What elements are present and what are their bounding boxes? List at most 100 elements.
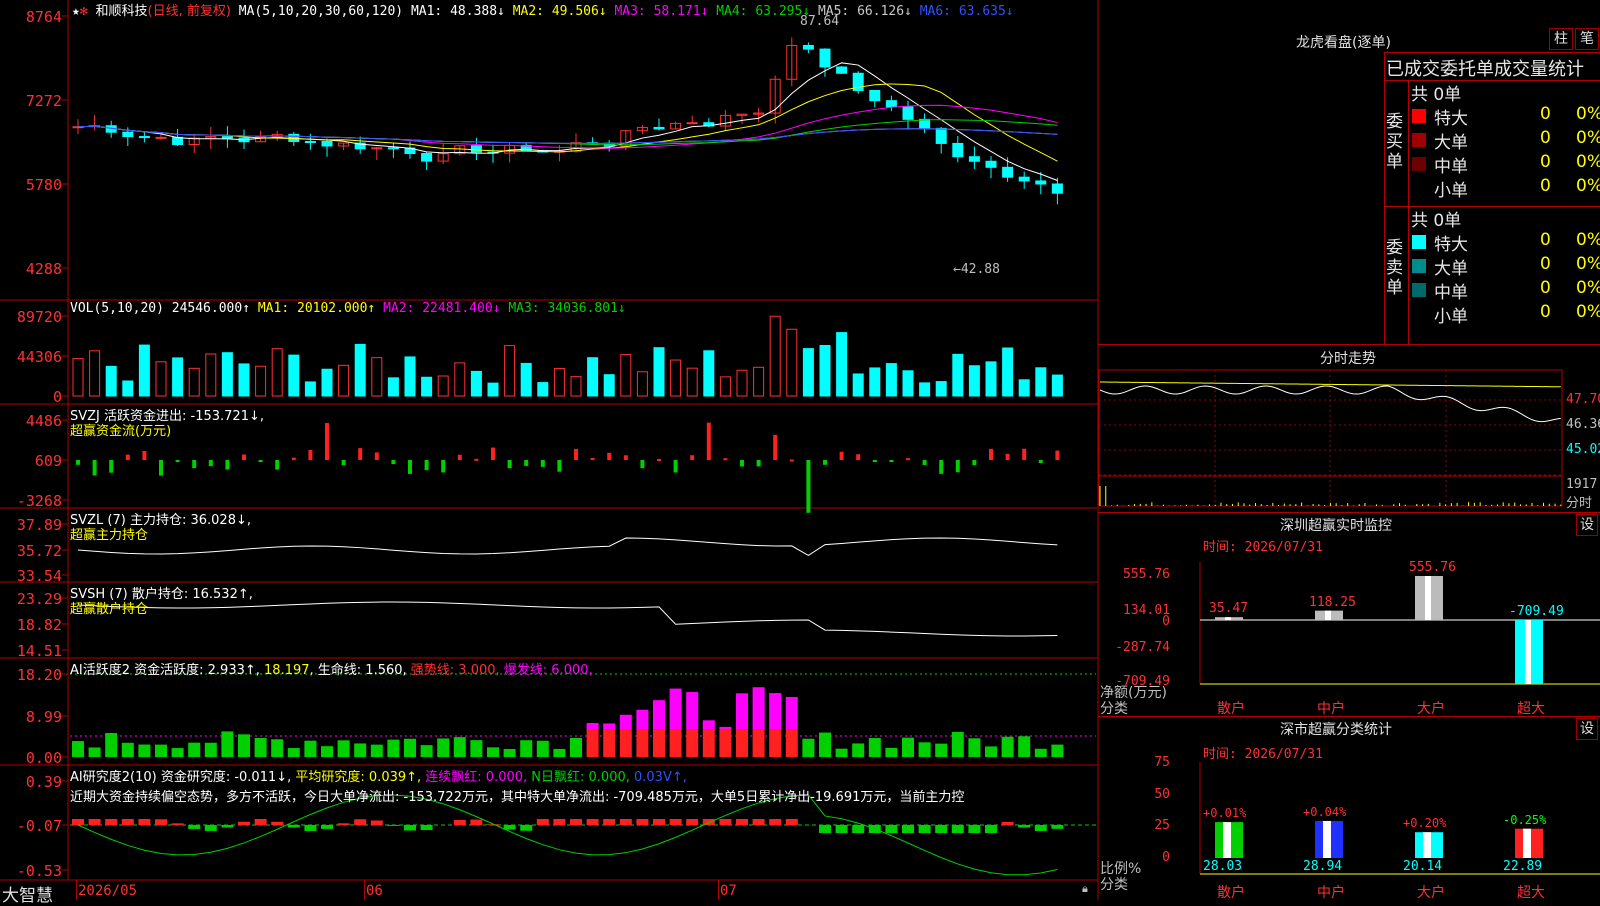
research-bar xyxy=(620,819,632,825)
stats-change-label: +0.04% xyxy=(1303,805,1346,819)
volume-bar xyxy=(754,367,764,396)
research-bar xyxy=(255,819,267,825)
svzj-bar xyxy=(176,460,180,462)
ai-bar-top xyxy=(719,727,731,729)
svzj-bar xyxy=(159,460,163,476)
volume-bar xyxy=(787,329,797,396)
volume-bar xyxy=(886,364,896,396)
ai-bar xyxy=(188,743,200,757)
air-axis-label: 0.39 xyxy=(0,773,62,791)
ai-bar xyxy=(935,744,947,757)
research-bar xyxy=(470,820,482,825)
volume-bar xyxy=(903,371,913,396)
candle-body xyxy=(222,137,232,139)
order-row-pct: 0% xyxy=(1576,278,1600,302)
ai-bar xyxy=(786,729,798,757)
order-row-count: 0 xyxy=(1540,278,1551,302)
monitor-axis-label: 0 xyxy=(1100,614,1170,629)
research-bar xyxy=(138,819,150,825)
svzj-bar xyxy=(142,451,146,460)
volume-bar xyxy=(920,383,930,396)
svzj-bar xyxy=(109,460,113,473)
sell-side-label: 委卖单 xyxy=(1386,238,1406,298)
ai-bar xyxy=(155,745,167,757)
ai-bar-top xyxy=(736,693,748,729)
ai-active-header: AI活跃度2 资金活跃度: 2.933↑, 18.197, 生命线: 1.560… xyxy=(70,659,593,678)
candle-body xyxy=(870,90,880,100)
stats-settings-button[interactable]: 设 xyxy=(1576,718,1598,740)
svzj-bar xyxy=(707,423,711,460)
volume-bar xyxy=(455,363,465,396)
ma-line xyxy=(78,120,1057,145)
ai-bar xyxy=(504,749,516,757)
volume-bar xyxy=(1052,375,1062,396)
candle-body xyxy=(322,142,332,146)
svzj-bar xyxy=(873,460,877,462)
ai-bar xyxy=(553,749,565,757)
svzj-bar xyxy=(889,460,893,462)
volume-bar xyxy=(388,378,398,396)
tab-line-view[interactable]: 笔 xyxy=(1575,28,1599,50)
chart-frame xyxy=(0,0,1600,900)
lock-icon[interactable]: 🔒︎ xyxy=(1082,882,1088,896)
monitor-settings-button[interactable]: 设 xyxy=(1576,514,1598,536)
volume-bar xyxy=(1003,348,1013,396)
volume-bar xyxy=(222,353,232,396)
monitor-title: 深圳超赢实时监控 xyxy=(1280,515,1392,535)
research-bar xyxy=(670,819,682,825)
header-value: MA6: 63.635↓ xyxy=(912,4,1014,19)
vol-header: VOL(5,10,20) 24546.000↑ MA1: 20102.000↑ … xyxy=(70,301,626,316)
svzj-bar xyxy=(972,460,976,465)
ai-bar xyxy=(819,733,831,757)
research-bar xyxy=(172,823,184,825)
order-row-count: 0 xyxy=(1540,302,1551,326)
order-row-pct: 0% xyxy=(1576,230,1600,254)
ai-bar-top xyxy=(587,723,599,729)
stats-value-label: 28.94 xyxy=(1303,859,1342,874)
svzj-bar xyxy=(840,452,844,460)
research-bar xyxy=(89,819,101,825)
order-row-label: 特大 xyxy=(1434,104,1468,128)
ai-axis-label: 0.00 xyxy=(0,749,62,767)
ma-line xyxy=(78,126,1057,143)
ai-bar xyxy=(89,747,101,757)
stats-change-label: -0.25% xyxy=(1503,813,1546,827)
svzj-axis-label: 609 xyxy=(0,452,62,470)
brand-label[interactable]: 大智慧 xyxy=(2,881,53,906)
color-swatch xyxy=(1412,235,1426,249)
monitor-value-label: 35.47 xyxy=(1209,601,1248,616)
ai-bar xyxy=(719,729,731,757)
date-label: 07 xyxy=(720,883,737,899)
divider xyxy=(1384,52,1385,344)
star-icon[interactable]: ★ xyxy=(72,4,80,19)
research-bar xyxy=(188,825,200,829)
research-bar xyxy=(653,819,665,825)
ai-bar xyxy=(1018,736,1030,757)
svzj-bar xyxy=(757,460,761,466)
research-bar xyxy=(587,819,599,825)
pin-icon[interactable]: ✻ xyxy=(80,4,88,19)
ai-bar xyxy=(753,729,765,757)
candle-body xyxy=(123,132,133,136)
volume-bar xyxy=(820,345,830,396)
volume-bars xyxy=(73,316,1062,396)
svzl-axis-label: 33.54 xyxy=(0,567,62,585)
ai-research-comment: 近期大资金持续偏空态势，多方不活跃，今日大单净流出: -153.722万元，其中… xyxy=(70,786,1096,805)
research-bar xyxy=(238,822,250,825)
volume-bar xyxy=(505,346,515,396)
ai-bar xyxy=(1002,737,1014,757)
period-label[interactable]: (日线, 前复权) xyxy=(148,4,231,19)
color-swatch xyxy=(1412,283,1426,297)
volume-bar xyxy=(206,354,216,396)
order-row-label: 特大 xyxy=(1434,230,1468,254)
tab-bar-view[interactable]: 柱 xyxy=(1549,28,1573,50)
volume-bar xyxy=(588,358,598,396)
ai-bar xyxy=(836,749,848,757)
research-bar xyxy=(72,819,84,825)
stats-category-label: 超大 xyxy=(1517,882,1545,902)
ai-bar xyxy=(968,738,980,757)
svzj-bar xyxy=(806,460,810,513)
volume-bar xyxy=(837,333,847,396)
svzj-bar xyxy=(923,460,927,465)
volume-bar xyxy=(239,364,249,396)
